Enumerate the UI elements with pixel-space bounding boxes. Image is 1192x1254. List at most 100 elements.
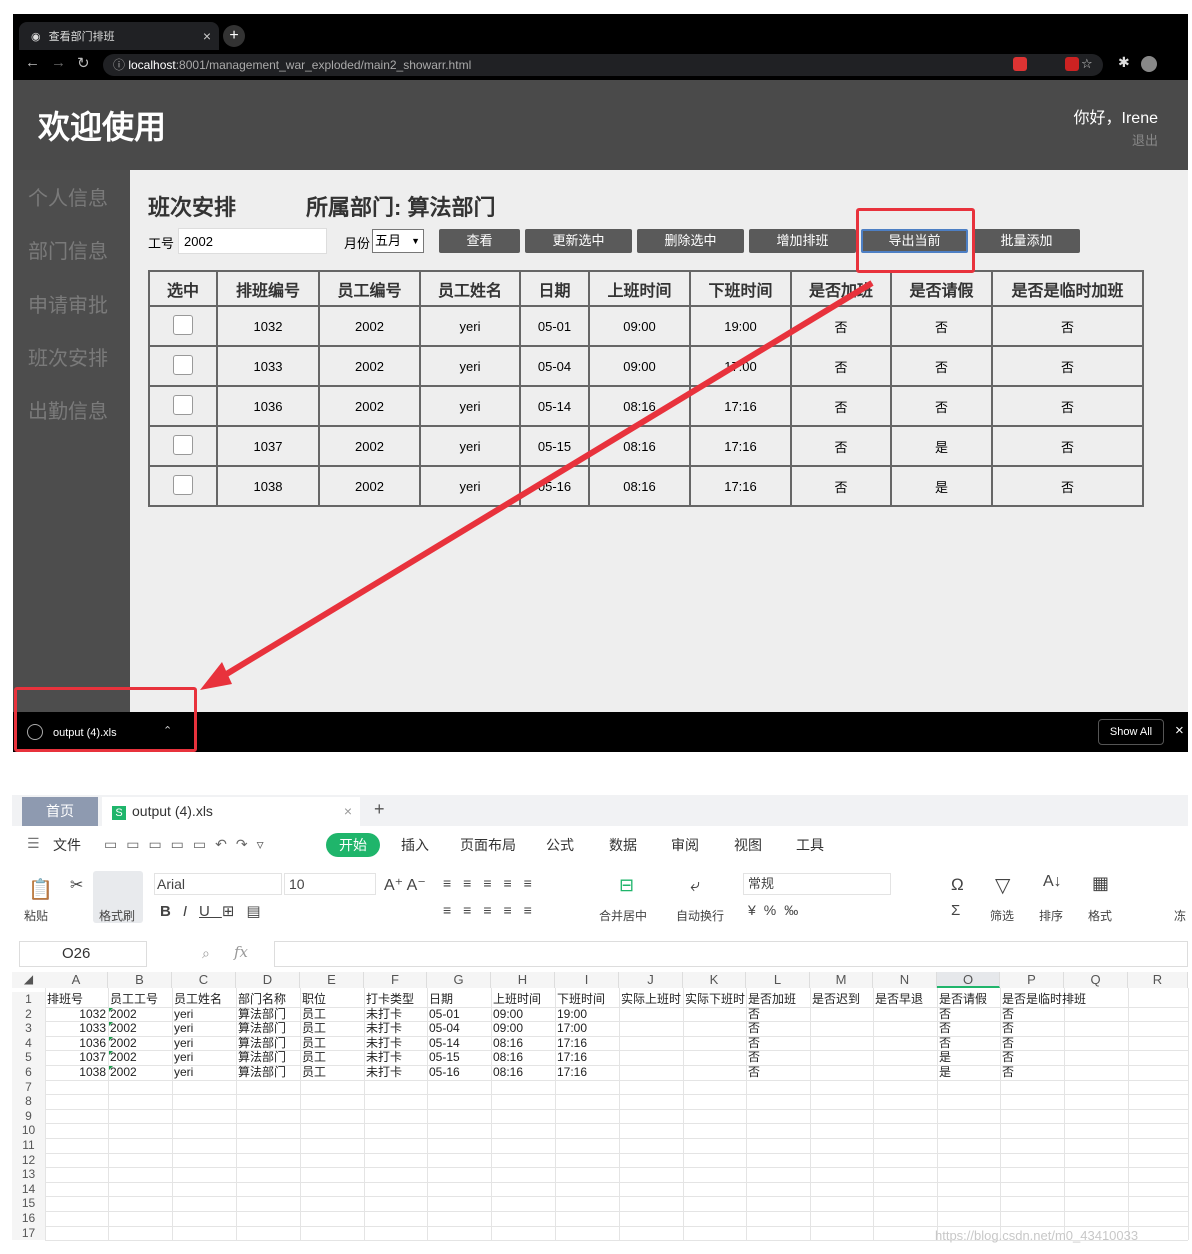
format-button[interactable]: 格式	[1088, 907, 1112, 924]
sheet-cell[interactable]: 2002	[108, 1050, 172, 1065]
number-icons[interactable]: ¥%‰	[748, 902, 806, 918]
merge-center-button[interactable]: 合并居中	[599, 907, 647, 924]
sheet-cell[interactable]: 未打卡	[364, 1065, 427, 1080]
column-header-R[interactable]: R	[1128, 972, 1188, 988]
sheet-cell[interactable]: 否	[746, 1036, 810, 1051]
sheet-cell[interactable]: 否	[746, 1007, 810, 1022]
sheet-cell[interactable]: 1032	[45, 1007, 108, 1022]
row-header[interactable]: 5	[12, 1050, 45, 1065]
sheet-cell[interactable]: 09:00	[491, 1021, 555, 1036]
column-header-Q[interactable]: Q	[1064, 972, 1128, 988]
column-header-C[interactable]: C	[172, 972, 236, 988]
cut-icon[interactable]: ✂	[70, 875, 83, 895]
filter-button[interactable]: 筛选	[990, 907, 1014, 924]
sheet-cell[interactable]: 否	[746, 1065, 810, 1080]
column-header-F[interactable]: F	[364, 972, 427, 988]
close-tab-icon[interactable]: ×	[344, 797, 352, 826]
sheet-header-cell[interactable]: 打卡类型	[364, 992, 414, 1007]
sort-button[interactable]: 排序	[1039, 907, 1063, 924]
sheet-cell[interactable]: 2002	[108, 1065, 172, 1080]
column-header-H[interactable]: H	[491, 972, 555, 988]
row-header[interactable]: 3	[12, 1021, 45, 1036]
sheet-header-cell[interactable]: 是否请假	[937, 992, 987, 1007]
sheet-cell[interactable]: 否	[1000, 1065, 1064, 1080]
column-header-O[interactable]: O	[937, 972, 1000, 988]
sheet-cell[interactable]: 算法部门	[236, 1065, 300, 1080]
column-header-K[interactable]: K	[683, 972, 746, 988]
column-header-I[interactable]: I	[555, 972, 619, 988]
merge-icon[interactable]: ⊟	[619, 875, 634, 896]
paste-button[interactable]: 粘贴	[24, 907, 48, 924]
column-header-B[interactable]: B	[108, 972, 172, 988]
row-header[interactable]: 2	[12, 1006, 45, 1022]
menu-tools[interactable]: 工具	[796, 835, 824, 855]
paste-icon[interactable]: 📋	[28, 877, 53, 902]
row-header[interactable]: 15	[12, 1196, 45, 1211]
column-header-L[interactable]: L	[746, 972, 810, 988]
new-tab-button[interactable]: +	[374, 799, 385, 820]
sheet-header-cell[interactable]: 是否迟到	[810, 992, 860, 1007]
row-header[interactable]: 16	[12, 1211, 45, 1226]
sheet-header-cell[interactable]: 员工工号	[108, 992, 158, 1007]
filter-icon[interactable]: ▽	[995, 873, 1010, 898]
sheet-cell[interactable]: 09:00	[491, 1007, 555, 1022]
sheet-cell[interactable]: 员工	[300, 1065, 364, 1080]
menu-review[interactable]: 审阅	[671, 835, 699, 855]
sheet-cell[interactable]: 08:16	[491, 1065, 555, 1080]
sheet-cell[interactable]: yeri	[172, 1065, 236, 1080]
sheet-cell[interactable]: 1033	[45, 1021, 108, 1036]
justify-icons[interactable]: ≡≡≡≡≡	[443, 902, 544, 918]
tab-file[interactable]: Soutput (4).xls ×	[102, 797, 360, 826]
text-style-icons[interactable]: BIU⊞▤	[160, 902, 273, 920]
column-header-M[interactable]: M	[810, 972, 873, 988]
sheet-cell[interactable]: 员工	[300, 1007, 364, 1022]
sum-icon[interactable]: Σ	[951, 902, 960, 919]
sheet-cell[interactable]: 17:16	[555, 1036, 619, 1051]
row-header[interactable]: 6	[12, 1065, 45, 1080]
row-header[interactable]: 17	[12, 1225, 45, 1241]
sheet-cell[interactable]: 否	[937, 1021, 1000, 1036]
column-header-G[interactable]: G	[427, 972, 491, 988]
menu-view[interactable]: 视图	[734, 835, 762, 855]
menu-start[interactable]: 开始	[326, 833, 380, 857]
sheet-cell[interactable]: 否	[1000, 1036, 1064, 1051]
sheet-cell[interactable]: 否	[1000, 1021, 1064, 1036]
sheet-cell[interactable]: 未打卡	[364, 1007, 427, 1022]
sheet-cell[interactable]: 算法部门	[236, 1021, 300, 1036]
sheet-cell[interactable]: 是	[937, 1065, 1000, 1080]
sheet-cell[interactable]: yeri	[172, 1036, 236, 1051]
row-header[interactable]: 10	[12, 1123, 45, 1138]
hamburger-icon[interactable]: ☰	[27, 835, 40, 852]
sheet-cell[interactable]: 否	[1000, 1050, 1064, 1065]
column-header-P[interactable]: P	[1000, 972, 1064, 988]
sheet-cell[interactable]: 员工	[300, 1036, 364, 1051]
sheet-cell[interactable]: 05-14	[427, 1036, 491, 1051]
number-format-select[interactable]: 常规	[743, 873, 891, 895]
menu-formula[interactable]: 公式	[546, 835, 574, 855]
column-header-J[interactable]: J	[619, 972, 683, 988]
sheet-header-cell[interactable]: 日期	[427, 992, 453, 1007]
sheet-cell[interactable]: yeri	[172, 1050, 236, 1065]
sheet-cell[interactable]: 05-01	[427, 1007, 491, 1022]
row-header[interactable]: 12	[12, 1152, 45, 1168]
sheet-cell[interactable]: yeri	[172, 1007, 236, 1022]
sheet-cell[interactable]: 未打卡	[364, 1036, 427, 1051]
sheet-cell[interactable]: 是	[937, 1050, 1000, 1065]
sheet-cell[interactable]: 05-16	[427, 1065, 491, 1080]
sheet-cell[interactable]: 08:16	[491, 1050, 555, 1065]
sort-icon[interactable]: A↓	[1043, 873, 1062, 891]
sheet-cell[interactable]: 算法部门	[236, 1036, 300, 1051]
sheet-cell[interactable]: 未打卡	[364, 1021, 427, 1036]
column-header-N[interactable]: N	[873, 972, 937, 988]
sheet-cell[interactable]: 08:16	[491, 1036, 555, 1051]
column-header-A[interactable]: A	[45, 972, 108, 988]
formula-input[interactable]	[274, 941, 1188, 967]
sheet-cell[interactable]: 否	[746, 1021, 810, 1036]
symbol-icon[interactable]: Ω	[951, 875, 964, 895]
sheet-header-cell[interactable]: 排班号	[45, 992, 83, 1007]
sheet-cell[interactable]: 算法部门	[236, 1007, 300, 1022]
row-header[interactable]: 13	[12, 1167, 45, 1182]
quick-access-icons[interactable]: ▭▭▭▭▭↶↷▿	[104, 836, 273, 853]
row-header[interactable]: 1	[12, 992, 45, 1007]
sheet-cell[interactable]: 1037	[45, 1050, 108, 1065]
